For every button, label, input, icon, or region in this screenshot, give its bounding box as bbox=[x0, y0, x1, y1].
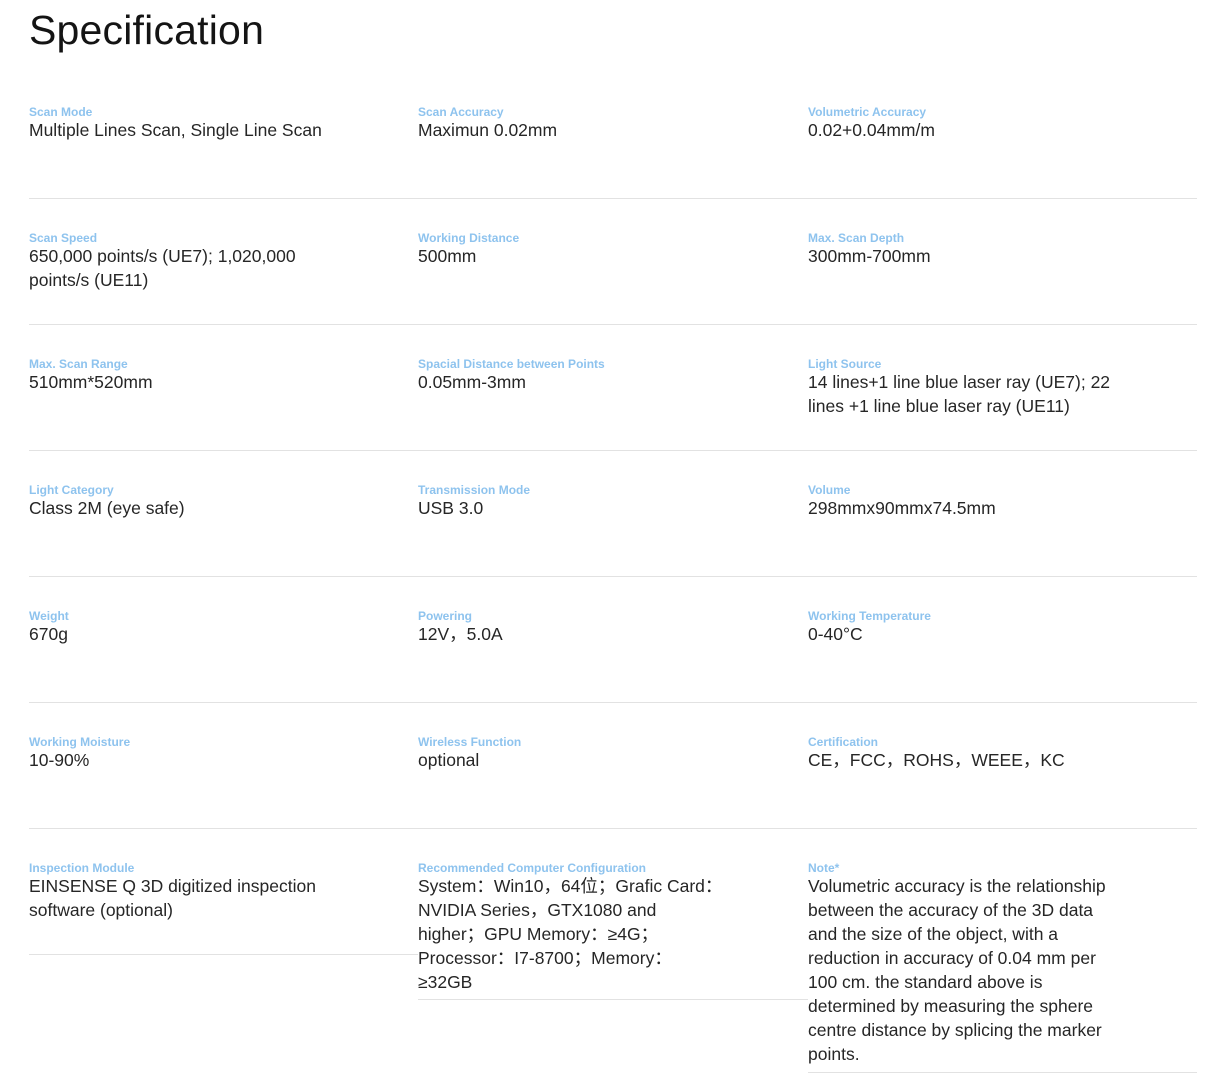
spec-item-working-moisture: Working Moisture 10-90% bbox=[29, 734, 418, 829]
spec-value: Volumetric accuracy is the relationship … bbox=[808, 876, 1106, 1064]
spec-value: 300mm-700mm bbox=[808, 246, 931, 266]
spec-value: 298mmx90mmx74.5mm bbox=[808, 498, 996, 518]
spec-item-light-source: Light Source 14 lines+1 line blue laser … bbox=[808, 356, 1197, 451]
spec-value: Maximun 0.02mm bbox=[418, 120, 558, 140]
spec-item-scan-speed: Scan Speed 650,000 points/s (UE7); 1,020… bbox=[29, 230, 418, 325]
spec-value: USB 3.0 bbox=[418, 498, 484, 518]
spec-item-spacial-distance: Spacial Distance between Points 0.05mm-3… bbox=[418, 356, 808, 451]
spec-item-max-scan-range: Max. Scan Range 510mm*520mm bbox=[29, 356, 418, 451]
spec-value: 650,000 points/s (UE7); 1,020,000 points… bbox=[29, 246, 296, 290]
spec-item-working-temperature: Working Temperature 0-40°C bbox=[808, 608, 1197, 703]
spec-value: 12V，5.0A bbox=[418, 624, 503, 644]
spec-value: 500mm bbox=[418, 246, 477, 266]
spec-item-volume: Volume 298mmx90mmx74.5mm bbox=[808, 482, 1197, 577]
spec-value: optional bbox=[418, 750, 480, 770]
spec-value: 0.02+0.04mm/m bbox=[808, 120, 935, 140]
spec-item-transmission-mode: Transmission Mode USB 3.0 bbox=[418, 482, 808, 577]
spec-item-scan-mode: Scan Mode Multiple Lines Scan, Single Li… bbox=[29, 104, 418, 199]
spec-value: 670g bbox=[29, 624, 68, 644]
spec-value: 14 lines+1 line blue laser ray (UE7); 22… bbox=[808, 372, 1111, 416]
spec-item-max-scan-depth: Max. Scan Depth 300mm-700mm bbox=[808, 230, 1197, 325]
spec-value: 0-40°C bbox=[808, 624, 863, 644]
spec-item-wireless-function: Wireless Function optional bbox=[418, 734, 808, 829]
spec-item-volumetric-accuracy: Volumetric Accuracy 0.02+0.04mm/m bbox=[808, 104, 1197, 199]
spec-item-certification: Certification CE，FCC，ROHS，WEEE，KC bbox=[808, 734, 1197, 829]
spec-value: EINSENSE Q 3D digitized inspection softw… bbox=[29, 876, 316, 920]
spec-value: 10-90% bbox=[29, 750, 90, 770]
spec-item-note: Note* Volumetric accuracy is the relatio… bbox=[808, 860, 1197, 1073]
spec-value: 0.05mm-3mm bbox=[418, 372, 526, 392]
spec-value: Class 2M (eye safe) bbox=[29, 498, 185, 518]
spec-item-weight: Weight 670g bbox=[29, 608, 418, 703]
spec-item-powering: Powering 12V，5.0A bbox=[418, 608, 808, 703]
spec-value: Multiple Lines Scan, Single Line Scan bbox=[29, 120, 322, 140]
spec-value: CE，FCC，ROHS，WEEE，KC bbox=[808, 750, 1065, 770]
spec-item-recommended-computer-configuration: Recommended Computer Configuration Syste… bbox=[418, 860, 808, 1000]
spec-item-working-distance: Working Distance 500mm bbox=[418, 230, 808, 325]
spec-grid: Scan Mode Multiple Lines Scan, Single Li… bbox=[0, 0, 1229, 1091]
spec-item-inspection-module: Inspection Module EINSENSE Q 3D digitize… bbox=[29, 860, 418, 955]
spec-value: 510mm*520mm bbox=[29, 372, 153, 392]
spec-value: System：Win10，64位；Grafic Card： NVIDIA Ser… bbox=[418, 876, 723, 992]
spec-item-scan-accuracy: Scan Accuracy Maximun 0.02mm bbox=[418, 104, 808, 199]
spec-item-light-category: Light Category Class 2M (eye safe) bbox=[29, 482, 418, 577]
